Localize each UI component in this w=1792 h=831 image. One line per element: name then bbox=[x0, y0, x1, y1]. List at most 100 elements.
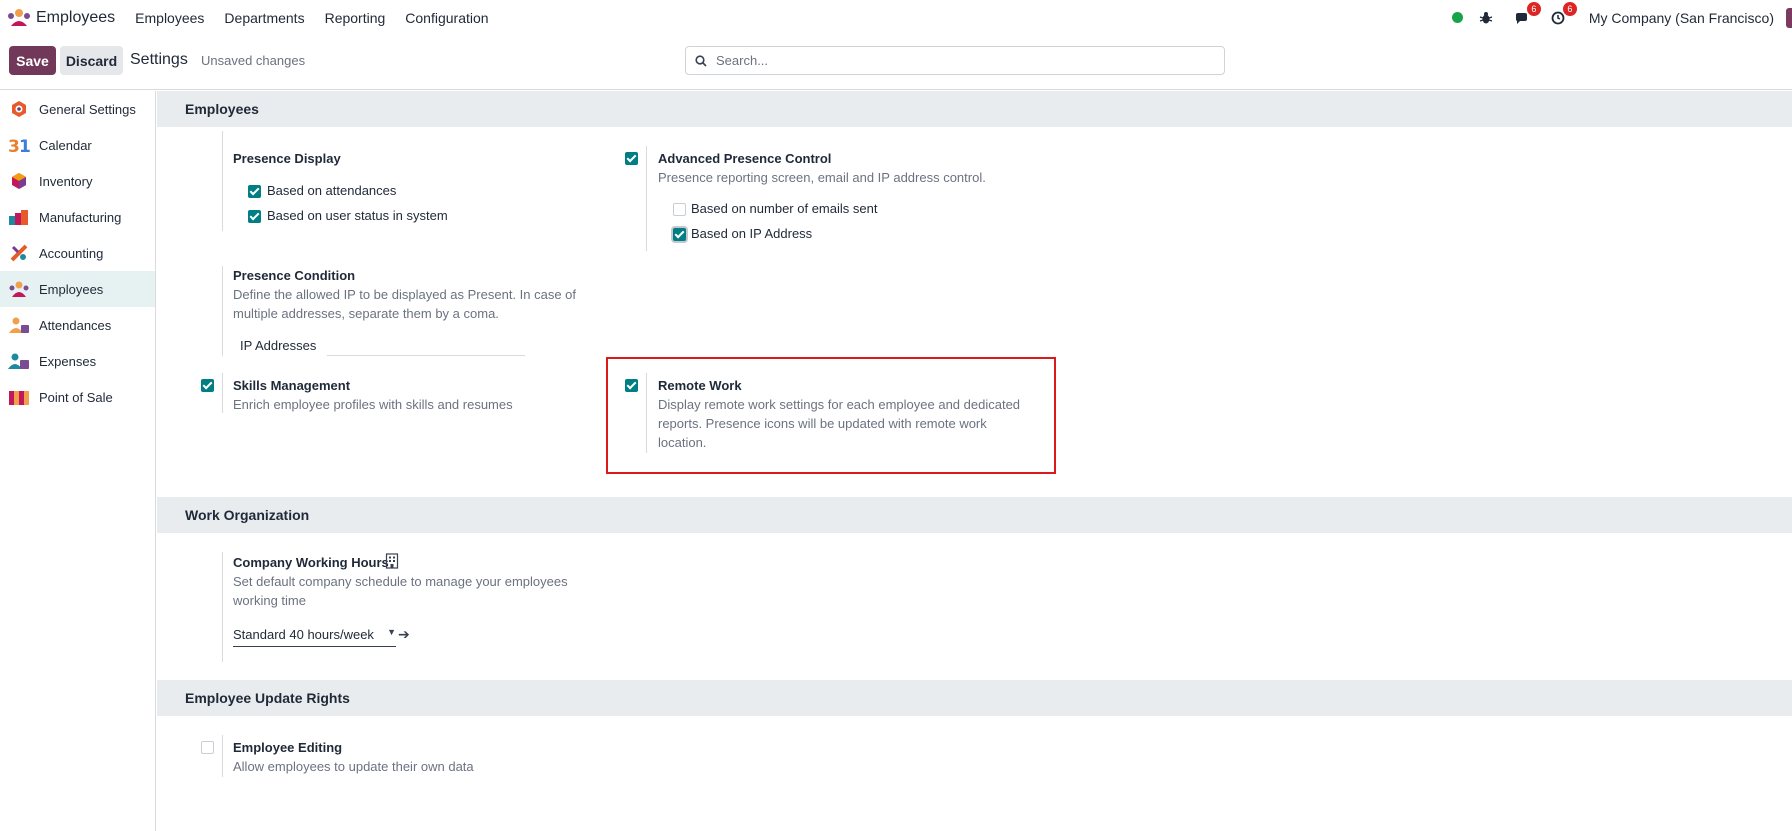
based-on-attendances-label[interactable]: Based on attendances bbox=[267, 183, 396, 198]
messages-icon[interactable]: 6 bbox=[1511, 1, 1541, 29]
ip-addresses-label: IP Addresses bbox=[240, 338, 317, 353]
section-header-employee-update-rights: Employee Update Rights bbox=[157, 680, 1792, 716]
presence-display-title: Presence Display bbox=[233, 151, 341, 166]
sidebar-item-calendar[interactable]: 31 Calendar bbox=[0, 127, 155, 163]
sidebar-item-label: Expenses bbox=[39, 353, 97, 369]
search-input[interactable] bbox=[716, 53, 1196, 68]
employees-app-icon[interactable] bbox=[6, 8, 32, 28]
bug-icon[interactable] bbox=[1475, 7, 1497, 29]
sidebar-item-accounting[interactable]: Accounting bbox=[0, 235, 155, 271]
presence-condition-desc-line2: multiple addresses, separate them by a c… bbox=[233, 306, 499, 321]
skills-management-checkbox[interactable] bbox=[201, 379, 214, 392]
point-of-sale-icon bbox=[8, 387, 30, 407]
chevron-down-icon: ▼ bbox=[387, 627, 396, 637]
based-on-user-status-checkbox[interactable] bbox=[248, 210, 261, 223]
working-hours-desc-line1: Set default company schedule to manage y… bbox=[233, 574, 568, 589]
setting-divider bbox=[222, 131, 223, 231]
remote-work-desc-line1: Display remote work settings for each em… bbox=[658, 397, 1021, 412]
sidebar-item-general-settings[interactable]: General Settings bbox=[0, 91, 155, 127]
based-on-attendances-checkbox[interactable] bbox=[248, 185, 261, 198]
setting-divider bbox=[222, 266, 223, 356]
remote-work-desc-line3: location. bbox=[658, 435, 707, 450]
status-dot-icon bbox=[1451, 12, 1463, 23]
based-on-emails-checkbox[interactable] bbox=[673, 203, 686, 216]
setting-divider bbox=[222, 735, 223, 777]
accounting-icon bbox=[8, 243, 30, 263]
menu-configuration[interactable]: Configuration bbox=[405, 10, 488, 26]
based-on-ip-checkbox[interactable] bbox=[673, 228, 686, 241]
page-title: Settings bbox=[130, 51, 188, 68]
sidebar-item-expenses[interactable]: Expenses bbox=[0, 343, 155, 379]
sidebar-item-manufacturing[interactable]: Manufacturing bbox=[0, 199, 155, 235]
sidebar-item-inventory[interactable]: Inventory bbox=[0, 163, 155, 199]
employees-icon bbox=[8, 279, 30, 299]
general-settings-icon bbox=[8, 99, 30, 119]
employee-editing-desc: Allow employees to update their own data bbox=[233, 759, 474, 774]
search-box[interactable] bbox=[685, 46, 1225, 75]
presence-condition-title: Presence Condition bbox=[233, 268, 356, 283]
inventory-icon bbox=[8, 171, 30, 191]
presence-condition-desc-line1: Define the allowed IP to be displayed as… bbox=[233, 287, 577, 302]
advanced-presence-desc: Presence reporting screen, email and IP … bbox=[658, 170, 986, 185]
activities-badge: 6 bbox=[1562, 1, 1577, 16]
working-hours-select[interactable]: Standard 40 hours/week ▼ bbox=[233, 627, 396, 647]
remote-work-title: Remote Work bbox=[658, 378, 742, 393]
section-header-employees: Employees bbox=[157, 91, 1792, 127]
setting-divider bbox=[646, 373, 647, 453]
company-switcher[interactable]: My Company (San Francisco) bbox=[1589, 10, 1774, 26]
sidebar-item-label: General Settings bbox=[39, 101, 136, 117]
messages-badge: 6 bbox=[1526, 1, 1541, 16]
control-panel: Save Discard Settings Unsaved changes bbox=[0, 35, 1792, 90]
sidebar-item-label: Employees bbox=[39, 281, 104, 297]
sidebar-item-label: Attendances bbox=[39, 317, 112, 333]
remote-work-checkbox[interactable] bbox=[625, 379, 638, 392]
settings-sidebar: General Settings 31 Calendar Inventory M… bbox=[0, 91, 156, 831]
advanced-presence-checkbox[interactable] bbox=[625, 152, 638, 165]
section-header-work-organization: Work Organization bbox=[157, 497, 1792, 533]
working-hours-desc-line2: working time bbox=[233, 593, 306, 608]
activities-clock-icon[interactable]: 6 bbox=[1547, 1, 1577, 29]
save-button[interactable]: Save bbox=[9, 46, 56, 75]
sidebar-item-label: Manufacturing bbox=[39, 209, 122, 225]
sidebar-item-employees[interactable]: Employees bbox=[0, 271, 155, 307]
settings-content: Employees Presence Display Based on atte… bbox=[157, 91, 1792, 831]
setting-divider bbox=[222, 552, 223, 662]
discard-button[interactable]: Discard bbox=[60, 46, 123, 75]
working-hours-title: Company Working Hours bbox=[233, 555, 389, 570]
app-name[interactable]: Employees bbox=[36, 9, 115, 27]
top-navbar: Employees Employees Departments Reportin… bbox=[0, 0, 1792, 35]
search-icon bbox=[686, 54, 716, 67]
sidebar-item-label: Accounting bbox=[39, 245, 104, 261]
working-hours-value: Standard 40 hours/week bbox=[233, 627, 374, 642]
sidebar-item-label: Point of Sale bbox=[39, 389, 113, 405]
menu-employees[interactable]: Employees bbox=[135, 10, 204, 26]
navbar-systray: 6 6 My Company (San Francisco) bbox=[1451, 0, 1792, 35]
expenses-icon bbox=[8, 351, 30, 371]
employee-editing-checkbox[interactable] bbox=[201, 741, 214, 754]
setting-divider bbox=[646, 146, 647, 251]
menu-departments[interactable]: Departments bbox=[224, 10, 304, 26]
remote-work-desc-line2: reports. Presence icons will be updated … bbox=[658, 416, 987, 431]
svg-text:1: 1 bbox=[19, 137, 30, 154]
skills-management-desc: Enrich employee profiles with skills and… bbox=[233, 397, 513, 412]
sidebar-item-label: Calendar bbox=[39, 137, 92, 153]
company-building-icon bbox=[385, 553, 399, 572]
ip-addresses-input[interactable] bbox=[327, 355, 525, 356]
based-on-ip-label[interactable]: Based on IP Address bbox=[691, 226, 812, 241]
user-avatar[interactable] bbox=[1786, 7, 1792, 28]
unsaved-changes-status: Unsaved changes bbox=[201, 53, 306, 68]
manufacturing-icon bbox=[8, 207, 30, 227]
based-on-emails-label[interactable]: Based on number of emails sent bbox=[691, 201, 877, 216]
based-on-user-status-label[interactable]: Based on user status in system bbox=[267, 208, 448, 223]
sidebar-item-attendances[interactable]: Attendances bbox=[0, 307, 155, 343]
skills-management-title: Skills Management bbox=[233, 378, 351, 393]
calendar-icon: 31 bbox=[8, 135, 30, 155]
setting-divider bbox=[222, 373, 223, 413]
advanced-presence-title: Advanced Presence Control bbox=[658, 151, 832, 166]
menu-reporting[interactable]: Reporting bbox=[325, 10, 386, 26]
open-record-arrow-icon[interactable]: ➔ bbox=[398, 626, 410, 643]
sidebar-item-label: Inventory bbox=[39, 173, 93, 189]
sidebar-item-point-of-sale[interactable]: Point of Sale bbox=[0, 379, 155, 415]
employee-editing-title: Employee Editing bbox=[233, 740, 343, 755]
attendances-icon bbox=[8, 315, 30, 335]
